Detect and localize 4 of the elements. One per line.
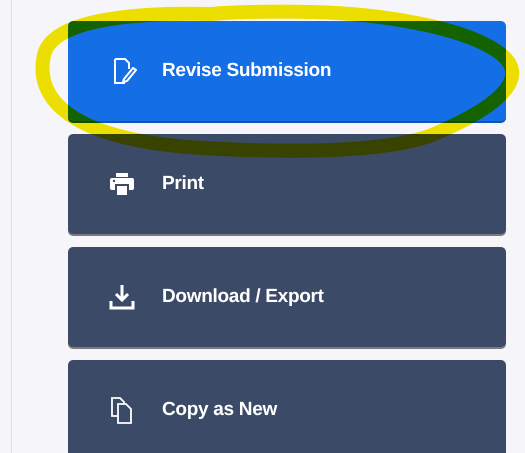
- action-button[interactable]: Copy as New: [68, 360, 506, 453]
- action-button[interactable]: Revise Submission: [68, 21, 506, 121]
- action-button[interactable]: Print: [68, 134, 506, 234]
- action-button[interactable]: Download / Export: [68, 247, 506, 347]
